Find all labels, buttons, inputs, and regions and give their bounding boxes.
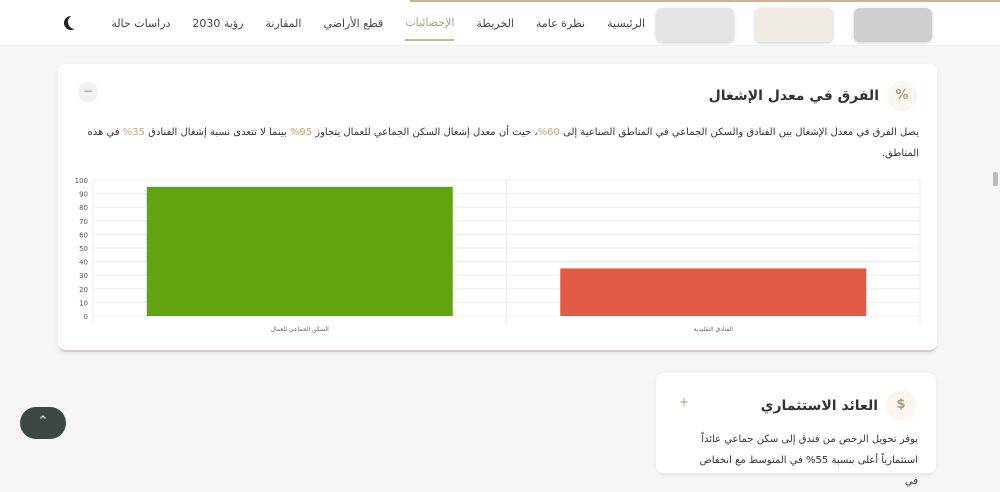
logo-3[interactable] [656,8,734,42]
logo-1[interactable] [854,8,932,42]
nav-item[interactable]: الإحصائيات [405,6,455,41]
logo-2[interactable] [755,8,833,42]
investment-return-card: $ العائد الاستثماري + يوفر تحويل الرخص م… [656,373,936,487]
top-nav: الرئيسية نظرة عامة الخريطة الإحصائيات قطع ال… [0,0,1000,46]
nav-item[interactable]: دراسات حالة [111,7,170,40]
dark-mode-moon-icon[interactable] [68,15,82,29]
y-tick-label: 0 [84,313,88,321]
hand-dollar-icon: $ [886,390,916,420]
card-title: العائد الاستثماري [760,398,878,414]
nav-menu: الرئيسية نظرة عامة الخريطة الإحصائيات قطع ال… [111,0,645,46]
y-tick-label: 40 [79,259,88,267]
y-tick-label: 50 [79,245,88,253]
y-tick-label: 100 [75,177,88,185]
nav-item[interactable]: الخريطة [476,7,514,40]
scroll-to-top-button[interactable]: ⌃ [20,407,66,439]
nav-item[interactable]: المقارنة [266,7,302,40]
y-tick-label: 10 [79,299,88,307]
nav-item[interactable]: الرئيسية [607,7,645,40]
nav-item[interactable]: قطع الأراضي [323,7,383,40]
nav-item[interactable]: رؤية 2030 [192,7,243,40]
x-tick-label: السكن الجماعي للعمال [271,326,329,333]
x-tick-label: الفنادق التقليدية [693,326,733,333]
y-tick-label: 70 [79,218,88,226]
occupancy-card: % الفرق في معدل الإشغال − يصل الفرق في م… [58,64,937,352]
bar [146,186,453,316]
y-tick-label: 80 [79,204,88,212]
nav-item[interactable]: نظرة عامة [536,7,585,40]
card-description: يوفر تحويل الرخص من فندق إلى سكن جماعي ع… [699,434,918,487]
y-tick-label: 60 [79,231,88,239]
bar [560,268,867,316]
expand-button[interactable]: + [674,393,694,413]
occupancy-bar-chart: 0 10 20 30 40 50 60 70 80 90 100 السكن الجماعي للعم… [75,177,921,333]
y-tick-label: 90 [79,191,88,199]
scrollbar-thumb[interactable] [993,172,998,186]
y-tick-label: 30 [79,272,88,280]
y-tick-label: 20 [79,286,88,294]
